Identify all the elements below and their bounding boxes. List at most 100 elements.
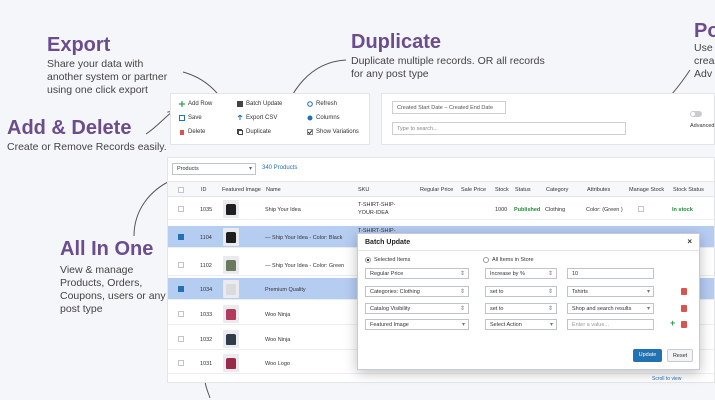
table-header: ID Featured Image Name SKU Regular Price…: [168, 181, 714, 197]
value-select[interactable]: Shop and search results: [567, 303, 654, 314]
radio-all-items[interactable]: All Items in Store: [483, 257, 534, 263]
field-select[interactable]: Catalog Visibility: [365, 303, 469, 314]
row-status[interactable]: Published: [514, 207, 540, 213]
advanced-toggle[interactable]: [690, 111, 702, 117]
search-placeholder: Type to search...: [397, 126, 438, 132]
radio-dot-off: [483, 257, 489, 263]
plus-icon[interactable]: +: [670, 318, 675, 328]
batch-update-label: Batch Update: [246, 101, 283, 107]
header-stock-status[interactable]: Stock Status: [673, 187, 704, 193]
row-checkbox[interactable]: [178, 234, 184, 240]
header-id[interactable]: ID: [201, 187, 207, 193]
action-select[interactable]: Select Action: [485, 319, 557, 330]
header-sale-price[interactable]: Sale Price: [461, 187, 486, 193]
field-select[interactable]: Featured Image: [365, 319, 469, 330]
delete-label: Delete: [188, 129, 206, 135]
manage-stock-checkbox[interactable]: [638, 206, 644, 212]
product-count: 340 Products: [262, 165, 298, 171]
scroll-note[interactable]: Scroll to view: [652, 376, 681, 382]
columns-label: Columns: [316, 115, 340, 121]
header-sku[interactable]: SKU: [358, 187, 369, 193]
trash-icon[interactable]: [681, 321, 687, 328]
search-input[interactable]: Type to search...: [392, 122, 626, 135]
row-category[interactable]: Clothing: [545, 207, 565, 213]
header-stock[interactable]: Stock: [495, 187, 509, 193]
close-icon[interactable]: ×: [687, 237, 692, 246]
field-select[interactable]: Regular Price: [365, 268, 469, 279]
refresh-label: Refresh: [316, 101, 338, 107]
columns-icon: [307, 115, 313, 121]
start-date-label: Created Start Date: [397, 105, 443, 111]
copy-icon: [237, 129, 243, 135]
save-button[interactable]: Save: [179, 115, 202, 121]
batch-update-button[interactable]: Batch Update: [237, 101, 282, 107]
row-checkbox[interactable]: [178, 206, 184, 212]
row-id: 1031: [200, 361, 213, 367]
product-thumbnail: [223, 200, 239, 218]
refresh-button[interactable]: Refresh: [307, 101, 337, 107]
show-variations-toggle[interactable]: Show Variations: [307, 129, 359, 135]
add-row-label: Add Row: [188, 101, 213, 107]
row-id: 1034: [200, 287, 213, 293]
header-manage-stock[interactable]: Manage Stock: [629, 187, 664, 193]
row-checkbox[interactable]: [178, 262, 184, 268]
export-csv-button[interactable]: Export CSV: [237, 114, 278, 121]
selected-items-label: Selected Items: [374, 257, 411, 263]
delete-button[interactable]: Delete: [179, 129, 205, 135]
select-all-checkbox[interactable]: [178, 187, 184, 193]
add-row-button[interactable]: Add Row: [179, 101, 212, 107]
value-select[interactable]: Tshirts: [567, 286, 654, 297]
header-status[interactable]: Status: [515, 187, 531, 193]
header-regular-price[interactable]: Regular Price: [420, 187, 453, 193]
value-input[interactable]: Enter a value...: [567, 319, 654, 330]
header-attributes[interactable]: Attributes: [587, 187, 610, 193]
export-csv-label: Export CSV: [246, 115, 278, 121]
date-range-input[interactable]: Created Start Date – Created End Date: [392, 101, 506, 114]
radio-dot-on: [365, 257, 371, 263]
refresh-icon: [307, 101, 313, 107]
table-row[interactable]: 1035 Ship Your Idea T-SHIRT-SHIP- YOUR-I…: [168, 198, 714, 220]
row-name[interactable]: — Ship Your Idea - Color: Green: [265, 263, 344, 269]
action-select[interactable]: Increase by %: [485, 268, 557, 279]
header-featured-image[interactable]: Featured Image: [222, 187, 261, 193]
header-category[interactable]: Category: [546, 187, 568, 193]
row-stock-status[interactable]: In stock: [672, 207, 693, 213]
plus-icon: [179, 101, 185, 107]
row-name[interactable]: Woo Logo: [265, 361, 290, 367]
update-button[interactable]: Update: [633, 349, 662, 362]
radio-selected-items[interactable]: Selected Items: [365, 257, 410, 263]
post-type-select[interactable]: Products: [172, 163, 256, 175]
duplicate-label: Duplicate: [246, 129, 272, 135]
reset-button[interactable]: Reset: [667, 349, 693, 362]
action-select[interactable]: set to: [485, 286, 557, 297]
row-name[interactable]: Woo Ninja: [265, 337, 290, 343]
row-checkbox[interactable]: [178, 311, 184, 317]
row-checkbox[interactable]: [178, 360, 184, 366]
action-select[interactable]: set to: [485, 303, 557, 314]
product-thumbnail: [223, 330, 239, 348]
show-variations-label: Show Variations: [316, 129, 359, 135]
grid-icon: [237, 101, 243, 107]
value-input[interactable]: 10: [567, 268, 654, 279]
columns-button[interactable]: Columns: [307, 115, 340, 121]
row-id: 1104: [200, 235, 212, 241]
row-sku-line-2[interactable]: YOUR-IDEA: [358, 210, 389, 216]
trash-icon[interactable]: [681, 288, 687, 295]
product-thumbnail: [223, 354, 239, 372]
product-thumbnail: [223, 305, 239, 323]
row-name[interactable]: Woo Ninja: [265, 312, 290, 318]
duplicate-button[interactable]: Duplicate: [237, 129, 271, 135]
row-sku-line-1[interactable]: T-SHIRT-SHIP-: [358, 202, 396, 208]
advanced-label: Advanced: [690, 123, 715, 129]
row-checkbox[interactable]: [178, 336, 184, 342]
field-select[interactable]: Categories: Clothing: [365, 286, 469, 297]
row-attributes[interactable]: Color: (Green ): [586, 207, 623, 213]
row-name[interactable]: Premium Quality: [265, 287, 306, 293]
row-id: 1035: [200, 207, 213, 213]
header-name[interactable]: Name: [266, 187, 281, 193]
trash-icon[interactable]: [681, 305, 687, 312]
row-checkbox[interactable]: [178, 286, 184, 292]
row-stock[interactable]: 1000: [495, 207, 507, 213]
row-name[interactable]: — Ship Your Idea - Color: Black: [265, 235, 342, 241]
row-name[interactable]: Ship Your Idea: [265, 207, 301, 213]
